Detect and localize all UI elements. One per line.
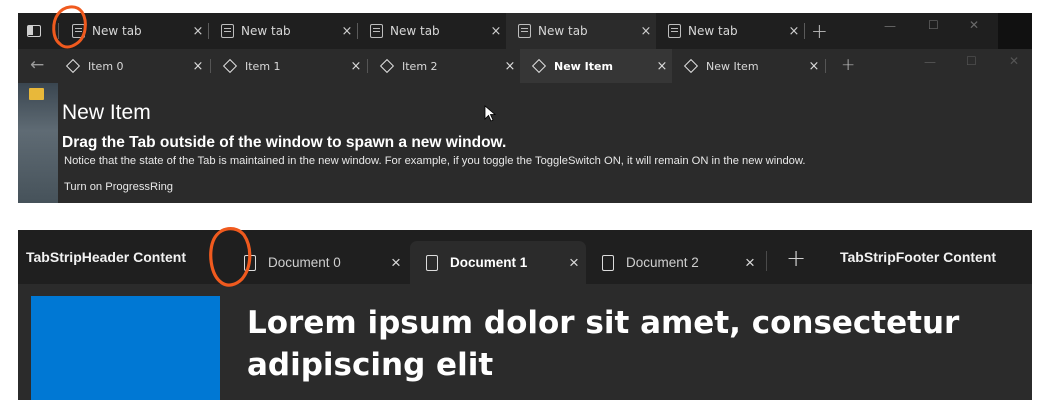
diamond-icon <box>65 58 81 74</box>
outer-strip-edge <box>998 13 1032 49</box>
inner-minimize-button[interactable]: — <box>924 55 936 69</box>
outer-tab-label: New tab <box>92 24 142 38</box>
mouse-cursor-icon <box>484 105 497 122</box>
tab-divider <box>804 23 805 39</box>
window-layout-icon[interactable] <box>27 25 41 37</box>
inner-tab-3[interactable]: New Item × <box>520 49 672 83</box>
document-tab-1[interactable]: Document 1 × <box>410 241 586 284</box>
content-title: New Item <box>62 101 151 124</box>
close-icon[interactable]: × <box>500 59 520 74</box>
close-icon[interactable]: × <box>346 59 366 74</box>
inner-tab-4[interactable]: New Item × <box>672 49 824 83</box>
calendar-doc-icon <box>518 24 531 38</box>
inner-tab-label: New Item <box>554 59 613 73</box>
add-item-button[interactable]: + <box>841 55 855 75</box>
outer-tab-label: New tab <box>390 24 440 38</box>
outer-tab-1[interactable]: New tab × <box>209 13 357 49</box>
folder-icon <box>29 88 44 100</box>
tab-divider <box>766 251 767 271</box>
close-icon[interactable]: × <box>384 253 408 273</box>
close-icon[interactable]: × <box>188 59 208 74</box>
outer-tab-label: New tab <box>538 24 588 38</box>
inner-close-button[interactable]: ✕ <box>1009 54 1019 68</box>
document-tab-label: Document 2 <box>626 255 699 270</box>
inner-tab-label: Item 2 <box>402 59 438 73</box>
progressring-toggle-label[interactable]: Turn on ProgressRing <box>64 181 173 193</box>
content-note: Notice that the state of the Tab is main… <box>64 155 806 167</box>
close-icon[interactable]: × <box>784 24 804 39</box>
close-icon[interactable]: × <box>562 253 586 273</box>
outer-tab-3[interactable]: New tab × <box>506 13 656 49</box>
page-icon <box>426 254 438 271</box>
inner-tab-1[interactable]: Item 1 × <box>211 49 366 83</box>
diamond-icon <box>531 58 547 74</box>
maximize-button[interactable]: ☐ <box>928 18 939 32</box>
diamond-icon <box>683 58 699 74</box>
add-tab-button[interactable]: + <box>811 19 828 43</box>
page-icon <box>602 254 614 271</box>
outer-tab-label: New tab <box>241 24 291 38</box>
tabstrip-header: TabStripHeader Content <box>26 249 186 265</box>
minimize-button[interactable]: — <box>884 19 896 33</box>
inner-maximize-button[interactable]: ☐ <box>966 54 977 68</box>
annotation-circle <box>52 5 87 49</box>
close-icon[interactable]: × <box>486 24 506 39</box>
outer-tab-4[interactable]: New tab × <box>656 13 804 49</box>
diamond-icon <box>222 58 238 74</box>
document-tab-label: Document 0 <box>268 255 341 270</box>
content-subtitle: Drag the Tab outside of the window to sp… <box>62 134 507 151</box>
tabstrip-footer: TabStripFooter Content <box>840 249 997 265</box>
annotation-circle <box>209 227 252 287</box>
close-window-button[interactable]: ✕ <box>969 18 979 32</box>
calendar-doc-icon <box>221 24 234 38</box>
inner-tab-label: New Item <box>706 59 759 73</box>
bottom-window: TabStripHeader Content Document 0 × Docu… <box>18 230 1032 400</box>
add-document-button[interactable]: + <box>786 244 806 272</box>
content-heading: Lorem ipsum dolor sit amet, consectetur … <box>247 305 960 383</box>
close-icon[interactable]: × <box>337 24 357 39</box>
diamond-icon <box>379 58 395 74</box>
background-thumbnail <box>18 83 58 203</box>
close-icon[interactable]: × <box>738 253 762 273</box>
close-icon[interactable]: × <box>636 24 656 39</box>
close-icon[interactable]: × <box>652 59 672 74</box>
inner-tab-0[interactable]: Item 0 × <box>54 49 208 83</box>
close-icon[interactable]: × <box>188 24 208 39</box>
back-arrow-icon[interactable]: ← <box>30 55 44 75</box>
document-tab-label: Document 1 <box>450 255 528 270</box>
outer-tab-label: New tab <box>688 24 738 38</box>
inner-tab-label: Item 0 <box>88 59 124 73</box>
close-icon[interactable]: × <box>804 59 824 74</box>
calendar-doc-icon <box>668 24 681 38</box>
inner-tab-label: Item 1 <box>245 59 281 73</box>
document-tab-2[interactable]: Document 2 × <box>586 241 762 284</box>
top-window: New tab × New tab × New tab × New tab × … <box>18 13 1032 203</box>
calendar-doc-icon <box>370 24 383 38</box>
inner-tab-2[interactable]: Item 2 × <box>368 49 520 83</box>
accent-color-block <box>31 296 220 400</box>
tab-divider <box>825 59 826 73</box>
outer-tab-2[interactable]: New tab × <box>358 13 506 49</box>
